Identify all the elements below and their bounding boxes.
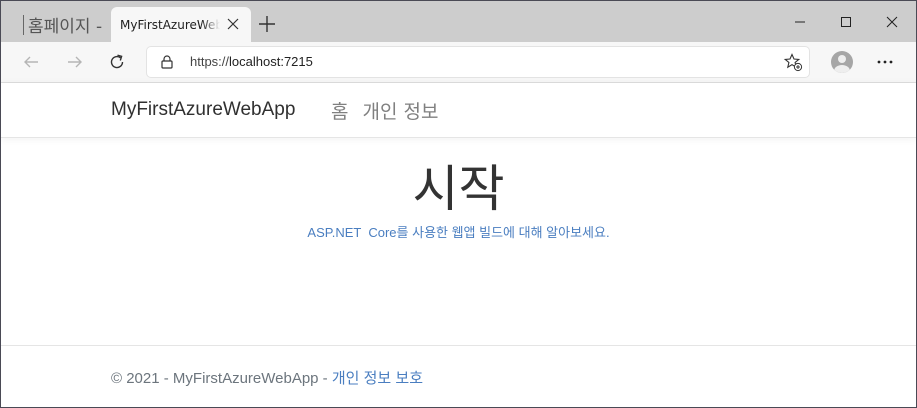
maximize-icon	[841, 17, 851, 27]
footer-copyright: © 2021 - MyFirstAzureWebApp -	[111, 370, 332, 387]
settings-menu-button[interactable]	[873, 50, 897, 74]
web-page: MyFirstAzureWebApp 홈 개인 정보 시작 ASP.NET Co…	[1, 83, 916, 407]
minimize-button[interactable]	[777, 7, 823, 37]
url-protocol: https://	[190, 54, 230, 69]
footer-privacy-link[interactable]: 개인 정보 보호	[332, 370, 423, 387]
forward-arrow-icon	[68, 56, 82, 68]
forward-button[interactable]	[63, 50, 87, 74]
footer-text: © 2021 - MyFirstAzureWebApp - 개인 정보 보호	[111, 367, 423, 388]
more-icon	[877, 60, 893, 64]
nav-home-link[interactable]: 홈	[331, 97, 348, 124]
minimize-icon	[795, 21, 805, 23]
site-navbar: MyFirstAzureWebApp 홈 개인 정보	[1, 83, 916, 138]
maximize-button[interactable]	[823, 7, 869, 37]
back-button[interactable]	[19, 50, 43, 74]
tab-previous[interactable]: 홈페이지 -	[9, 7, 111, 42]
back-arrow-icon	[24, 56, 38, 68]
tab-previous-title: 홈페이지 -	[28, 17, 103, 37]
refresh-button[interactable]	[105, 50, 129, 74]
window-close-button[interactable]	[869, 7, 915, 37]
refresh-icon	[110, 54, 124, 69]
site-brand-link[interactable]: MyFirstAzureWebApp	[111, 99, 295, 121]
tab-divider	[23, 14, 24, 35]
url-host: localhost:7215	[229, 54, 313, 69]
new-tab-button[interactable]	[256, 13, 278, 35]
profile-avatar[interactable]	[831, 51, 853, 73]
page-title: 시작	[412, 160, 505, 218]
url-text[interactable]: https://localhost:7215	[190, 54, 313, 69]
site-nav-links: 홈 개인 정보	[331, 97, 438, 124]
tab-active[interactable]: MyFirstAzureWebApp	[111, 7, 251, 42]
nav-privacy-link[interactable]: 개인 정보	[362, 97, 438, 124]
site-footer: © 2021 - MyFirstAzureWebApp - 개인 정보 보호	[1, 345, 916, 407]
tab-close-icon[interactable]	[224, 15, 242, 33]
lock-icon[interactable]	[159, 54, 175, 74]
avatar-head	[838, 55, 846, 63]
plus-icon	[259, 16, 275, 32]
tab-active-title: MyFirstAzureWebApp	[120, 17, 220, 32]
browser-window: 홈페이지 - MyFirstAzureWebApp	[0, 0, 917, 408]
browser-toolbar: https://localhost:7215	[1, 42, 916, 83]
add-favorite-icon[interactable]	[783, 52, 803, 76]
close-icon	[886, 16, 898, 28]
avatar-body	[834, 65, 850, 73]
address-bar[interactable]: https://localhost:7215	[147, 47, 809, 77]
learn-more-link[interactable]: ASP.NET Core를 사용한 웹앱 빌드에 대해 알아보세요.	[1, 222, 916, 241]
tab-strip: 홈페이지 - MyFirstAzureWebApp	[1, 1, 916, 42]
